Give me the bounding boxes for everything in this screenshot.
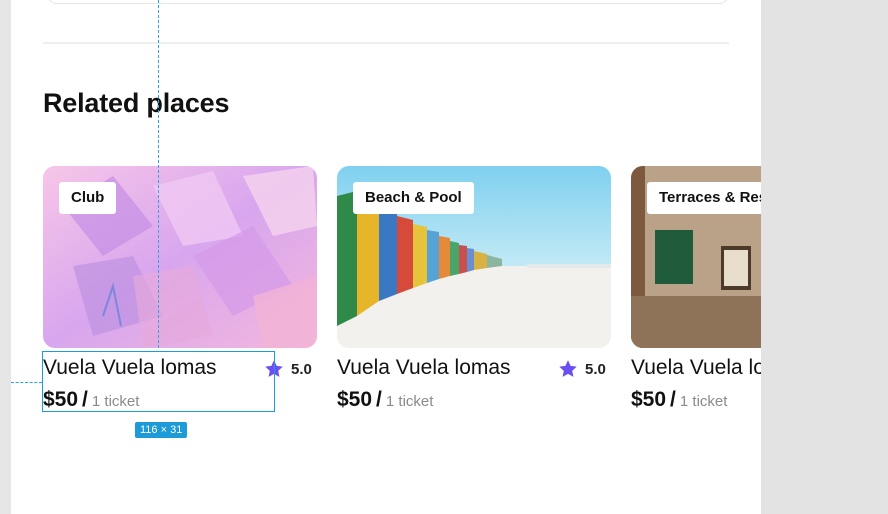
- content-panel: Related places Club Vuela Vuela lomas 5.…: [11, 0, 761, 514]
- price-separator: /: [670, 388, 676, 411]
- price-unit: 1 ticket: [385, 393, 434, 410]
- place-image[interactable]: Beach & Pool: [337, 166, 611, 348]
- place-card-2[interactable]: Beach & Pool Vuela Vuela lomas 5.0 $50/1…: [337, 166, 611, 411]
- place-image[interactable]: Club: [43, 166, 317, 348]
- horizontal-guide-line: [11, 382, 42, 383]
- place-card-1[interactable]: Club Vuela Vuela lomas 5.0 $50/1 ticket: [43, 166, 317, 411]
- price: $50: [337, 388, 373, 411]
- place-name[interactable]: Vuela Vuela lo: [631, 356, 761, 380]
- left-gutter: [0, 0, 11, 514]
- price-unit: 1 ticket: [679, 393, 728, 410]
- rating: 5.0: [557, 358, 606, 380]
- size-badge: 116 × 31: [135, 422, 188, 438]
- place-name[interactable]: Vuela Vuela lomas: [337, 356, 511, 380]
- place-card-3[interactable]: Terraces & Res Vuela Vuela lo $50/1 tick…: [631, 166, 761, 411]
- category-tag: Terraces & Res: [647, 182, 761, 214]
- section-title: Related places: [43, 88, 230, 118]
- selection-box[interactable]: [42, 351, 275, 412]
- vertical-guide-line: [158, 0, 159, 348]
- rating-value: 5.0: [585, 360, 606, 378]
- section-divider: [43, 42, 729, 44]
- price-row: $50/1 ticket: [337, 388, 433, 412]
- price-separator: /: [376, 388, 382, 411]
- category-tag: Club: [59, 182, 117, 214]
- previous-field[interactable]: [47, 0, 729, 4]
- place-image[interactable]: Terraces & Res: [631, 166, 761, 348]
- star-icon: [559, 360, 577, 377]
- category-tag: Beach & Pool: [353, 182, 474, 214]
- price: $50: [631, 388, 667, 411]
- price-row: $50/1 ticket: [631, 388, 727, 412]
- rating-value: 5.0: [291, 360, 312, 378]
